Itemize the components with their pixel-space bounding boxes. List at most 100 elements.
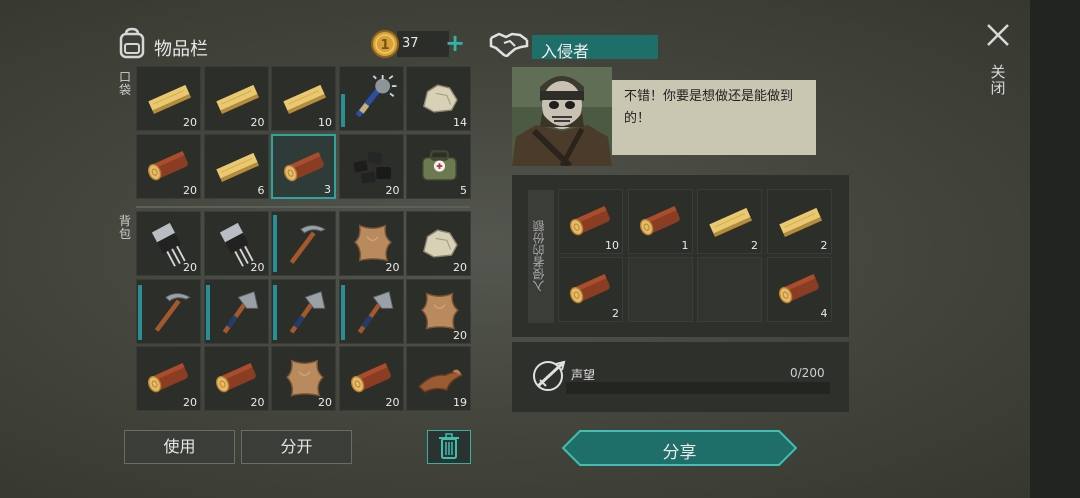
coin-count: 37 — [402, 36, 419, 51]
pocket-slot-stone[interactable]: 14 — [406, 66, 471, 131]
split-button[interactable]: 分开 — [241, 430, 352, 464]
backpack-slot-pickaxe[interactable] — [271, 211, 336, 276]
durability-bar — [273, 284, 277, 340]
backpack-icon — [119, 27, 145, 59]
backpack-slot-hatchet[interactable] — [338, 278, 404, 344]
pickaxe-icon — [289, 225, 326, 264]
item-quantity: 2 — [820, 239, 828, 252]
reputation-label: 声望 — [571, 368, 596, 382]
item-quantity: 20 — [318, 396, 332, 409]
use-button[interactable]: 使用 — [124, 430, 235, 464]
durability-bar — [340, 284, 345, 340]
hatchet-icon — [222, 290, 258, 334]
close-label[interactable]: 关闭 — [989, 64, 1007, 96]
pocket-slot-wood-plank[interactable]: 6 — [203, 133, 269, 199]
wood-plank-icon — [215, 152, 259, 182]
pocket-slot-wood-plank[interactable]: 20 — [203, 66, 269, 131]
pickaxe-icon — [154, 292, 191, 332]
pocket-slot-coal[interactable]: 20 — [338, 133, 404, 199]
item-quantity: 5 — [460, 183, 467, 197]
trader-name: 入侵者 — [541, 42, 590, 61]
pocket-slot-wood-plank[interactable]: 10 — [271, 66, 336, 131]
log-icon — [778, 274, 819, 304]
durability-bar — [205, 284, 210, 340]
backpack-slot-pickaxe[interactable] — [136, 278, 201, 344]
pocket-slot-spiked-club[interactable] — [338, 66, 404, 131]
backpack-slot-log[interactable]: 20 — [136, 346, 201, 411]
log-icon — [569, 274, 610, 304]
item-quantity: 10 — [605, 239, 619, 252]
quota-slot-empty[interactable] — [627, 257, 693, 322]
trader-portrait — [512, 67, 612, 166]
backpack-slot-log[interactable]: 20 — [203, 346, 269, 411]
hatchet-icon — [357, 290, 393, 334]
backpack-slot-leather-hide[interactable]: 20 — [338, 211, 404, 276]
item-quantity: 20 — [183, 116, 197, 129]
quota-slot-empty[interactable] — [697, 257, 762, 322]
item-quantity: 6 — [257, 183, 265, 197]
item-quantity: 20 — [183, 183, 197, 197]
close-icon[interactable] — [985, 22, 1011, 48]
quota-slot-log[interactable]: 4 — [766, 257, 832, 322]
item-quantity: 20 — [453, 261, 467, 274]
durability-bar — [340, 94, 345, 127]
reputation-value: 0/200 — [790, 366, 825, 380]
svg-text:1: 1 — [380, 38, 389, 53]
pocket-slot-log[interactable]: 3 — [271, 133, 336, 199]
item-quantity: 1 — [681, 239, 689, 252]
item-quantity: 20 — [385, 183, 400, 197]
item-quantity: 3 — [324, 182, 331, 196]
reputation-bar — [566, 382, 830, 394]
side-strip — [1030, 0, 1080, 498]
item-quantity: 14 — [453, 116, 467, 129]
backpack-slot-leather-hide[interactable]: 20 — [271, 346, 336, 411]
backpack-slot-stone[interactable]: 20 — [406, 211, 471, 276]
wood-plank-icon — [709, 207, 753, 238]
item-quantity: 20 — [183, 261, 197, 274]
quota-slot-log[interactable]: 1 — [627, 189, 693, 254]
pocket-slot-first-aid-bag[interactable]: 5 — [406, 133, 471, 199]
item-quantity: 4 — [820, 307, 828, 320]
durability-bar — [273, 215, 277, 272]
item-quantity: 20 — [385, 396, 400, 409]
quota-slot-log[interactable]: 10 — [558, 189, 623, 254]
share-label: 分享 — [662, 443, 697, 463]
durability-bar — [138, 284, 142, 340]
backpack-slot-hatchet[interactable] — [271, 278, 336, 344]
first-aid-bag-icon — [422, 149, 457, 181]
backpack-slot-hatchet[interactable] — [203, 278, 269, 344]
section-divider — [136, 206, 470, 208]
item-quantity: 20 — [250, 261, 265, 274]
quota-slot-wood-plank[interactable]: 2 — [766, 189, 832, 254]
handshake-icon — [489, 32, 529, 58]
quota-label: 入侵者的份额 — [532, 220, 546, 293]
item-quantity: 20 — [385, 261, 400, 274]
pocket-slot-wood-plank[interactable]: 20 — [136, 66, 201, 131]
pocket-label: 口袋 — [118, 70, 131, 97]
reputation-icon — [533, 360, 566, 391]
item-quantity: 2 — [612, 307, 619, 320]
item-quantity: 10 — [318, 116, 332, 129]
trash-button[interactable] — [427, 430, 471, 464]
item-quantity: 20 — [250, 116, 265, 129]
spiked-club-icon — [355, 75, 396, 118]
backpack-slot-transistor[interactable]: 20 — [203, 211, 269, 276]
backpack-slot-transistor[interactable]: 20 — [136, 211, 201, 276]
item-quantity: 20 — [183, 396, 197, 409]
item-quantity: 20 — [453, 328, 467, 342]
log-icon — [639, 206, 680, 236]
quota-slot-wood-plank[interactable]: 2 — [697, 189, 762, 254]
inventory-title: 物品栏 — [154, 39, 208, 60]
backpack-slot-log[interactable]: 20 — [338, 346, 404, 411]
trash-icon — [439, 433, 459, 459]
coin-icon: 1 — [371, 30, 399, 58]
pocket-slot-log[interactable]: 20 — [136, 133, 201, 199]
quota-slot-log[interactable]: 2 — [558, 257, 623, 322]
trader-dialog: 不错！你要是想做还是能做到的！ — [612, 80, 816, 155]
wood-plank-icon — [778, 207, 822, 238]
backpack-label: 背包 — [118, 214, 131, 241]
backpack-slot-leather-hide[interactable]: 20 — [406, 278, 471, 344]
add-coins-button[interactable]: + — [444, 31, 466, 56]
hatchet-icon — [289, 290, 326, 334]
backpack-slot-leather-scrap[interactable]: 19 — [406, 346, 471, 411]
